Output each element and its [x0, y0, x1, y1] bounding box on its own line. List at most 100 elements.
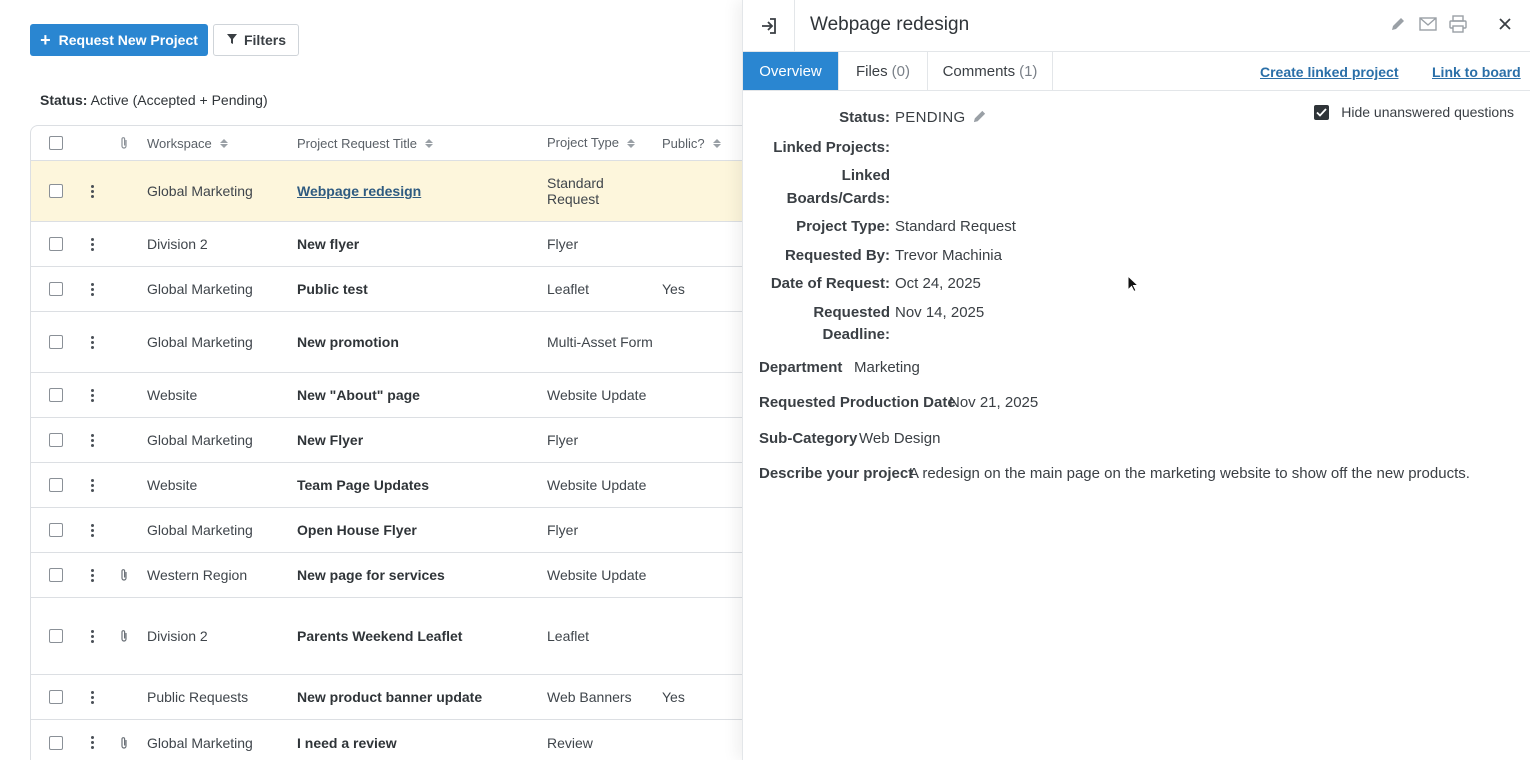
row-workspace: Global Marketing	[147, 432, 253, 448]
row-title[interactable]: New product banner update	[297, 675, 537, 719]
row-title-cell: Webpage redesign	[297, 161, 537, 221]
email-icon[interactable]	[1418, 14, 1438, 34]
table-row[interactable]: Division 2 Parents Weekend Leaflet Leafl…	[31, 598, 742, 675]
row-title[interactable]: I need a review	[297, 720, 537, 760]
describe-value: A redesign on the main page on the marke…	[909, 465, 1470, 482]
plus-icon: +	[40, 30, 51, 50]
row-title[interactable]: New promotion	[297, 312, 537, 372]
row-title-link[interactable]: Webpage redesign	[297, 183, 421, 199]
tab-overview[interactable]: Overview	[743, 52, 839, 90]
project-type-label: Project Type:	[796, 218, 890, 235]
row-checkbox[interactable]	[49, 282, 63, 296]
row-type: Web Banners	[547, 689, 632, 705]
table-row[interactable]: Website Team Page Updates Website Update	[31, 463, 742, 508]
create-linked-project-link[interactable]: Create linked project	[1260, 64, 1399, 80]
row-title[interactable]: Parents Weekend Leaflet	[297, 598, 537, 674]
row-menu-icon[interactable]	[87, 508, 97, 552]
row-title[interactable]: New flyer	[297, 222, 537, 266]
column-header-title-label: Project Request Title	[297, 135, 417, 151]
status-filter-summary: Status: Active (Accepted + Pending)	[40, 92, 268, 108]
column-header-type[interactable]: Project Type	[547, 126, 657, 160]
row-title[interactable]: New page for services	[297, 553, 537, 597]
row-checkbox[interactable]	[49, 388, 63, 402]
row-menu-icon[interactable]	[87, 553, 97, 597]
row-checkbox-cell	[49, 418, 69, 462]
row-title[interactable]: New Flyer	[297, 418, 537, 462]
table-header: Workspace Project Request Title Project …	[31, 126, 742, 161]
deadline-label-line1: Requested	[813, 304, 890, 321]
row-checkbox-cell	[49, 720, 69, 760]
row-checkbox[interactable]	[49, 735, 63, 750]
table-row[interactable]: Global Marketing Open House Flyer Flyer	[31, 508, 742, 553]
linked-boards-label-line1: Linked	[841, 167, 890, 184]
row-checkbox-cell	[49, 553, 69, 597]
table-row[interactable]: Western Region New page for services Web…	[31, 553, 742, 598]
status-filter-value: Active (Accepted + Pending)	[90, 92, 268, 108]
row-checkbox[interactable]	[49, 629, 63, 643]
table-row[interactable]: Global Marketing New Flyer Flyer	[31, 418, 742, 463]
row-menu-icon[interactable]	[87, 312, 97, 372]
row-title[interactable]: Public test	[297, 267, 537, 311]
row-checkbox[interactable]	[49, 433, 63, 447]
row-workspace: Website	[147, 387, 198, 403]
filters-button[interactable]: Filters	[213, 24, 299, 56]
row-type: Leaflet	[547, 281, 590, 297]
select-all-checkbox[interactable]	[49, 136, 63, 150]
row-title[interactable]: Open House Flyer	[297, 508, 537, 552]
mouse-cursor-icon	[1127, 274, 1140, 296]
tab-files[interactable]: Files (0)	[839, 52, 928, 90]
row-menu-icon[interactable]	[87, 373, 97, 417]
row-menu-icon[interactable]	[87, 675, 97, 719]
close-icon[interactable]	[1495, 14, 1515, 34]
row-menu-icon[interactable]	[87, 598, 97, 674]
tab-comments-label: Comments	[942, 62, 1016, 80]
row-menu-icon[interactable]	[87, 418, 97, 462]
row-public	[662, 720, 732, 760]
column-header-title[interactable]: Project Request Title	[297, 126, 537, 160]
row-workspace: Division 2	[147, 236, 208, 252]
row-public	[662, 463, 732, 507]
column-header-public[interactable]: Public?	[662, 126, 732, 160]
row-checkbox[interactable]	[49, 568, 63, 582]
row-checkbox[interactable]	[49, 690, 63, 704]
edit-icon[interactable]	[1388, 14, 1408, 34]
row-checkbox[interactable]	[49, 237, 63, 251]
row-checkbox[interactable]	[49, 478, 63, 492]
tab-comments[interactable]: Comments (1)	[928, 52, 1053, 90]
request-new-project-button[interactable]: + Request New Project	[30, 24, 208, 56]
table-row[interactable]: Global Marketing New promotion Multi-Ass…	[31, 312, 742, 373]
sort-icon	[219, 138, 228, 148]
table-row[interactable]: Public Requests New product banner updat…	[31, 675, 742, 720]
row-checkbox[interactable]	[49, 184, 63, 198]
print-icon[interactable]	[1448, 14, 1468, 34]
linked-boards-label-line2: Boards/Cards:	[786, 190, 890, 207]
row-workspace: Website	[147, 477, 198, 493]
filter-icon	[226, 32, 238, 48]
table-row[interactable]: Website New "About" page Website Update	[31, 373, 742, 418]
row-menu-icon[interactable]	[87, 161, 97, 221]
table-row[interactable]: Global Marketing Public test Leaflet Yes	[31, 267, 742, 312]
edit-status-icon[interactable]	[972, 109, 987, 127]
row-menu-icon[interactable]	[87, 463, 97, 507]
collapse-panel-button[interactable]	[743, 0, 795, 51]
row-menu-icon[interactable]	[87, 267, 97, 311]
row-menu-icon[interactable]	[87, 720, 97, 760]
table-row[interactable]: Global Marketing Webpage redesign Standa…	[31, 161, 742, 222]
table-row[interactable]: Division 2 New flyer Flyer	[31, 222, 742, 267]
row-title[interactable]: New "About" page	[297, 373, 537, 417]
table-row[interactable]: Global Marketing I need a review Review	[31, 720, 742, 760]
row-type: Standard Request	[547, 175, 604, 207]
row-checkbox[interactable]	[49, 523, 63, 537]
row-public	[662, 373, 732, 417]
column-header-workspace[interactable]: Workspace	[147, 126, 287, 160]
hide-unanswered-toggle[interactable]: Hide unanswered questions	[1314, 104, 1514, 120]
row-title[interactable]: Team Page Updates	[297, 463, 537, 507]
linked-projects-label: Linked Projects:	[773, 139, 890, 156]
row-menu-icon[interactable]	[87, 222, 97, 266]
row-checkbox[interactable]	[49, 335, 63, 349]
link-to-board-link[interactable]: Link to board	[1432, 64, 1521, 80]
row-checkbox-cell	[49, 267, 69, 311]
department-label: Department	[759, 359, 843, 376]
paperclip-icon	[117, 598, 131, 674]
hide-unanswered-checkbox[interactable]	[1314, 104, 1330, 120]
